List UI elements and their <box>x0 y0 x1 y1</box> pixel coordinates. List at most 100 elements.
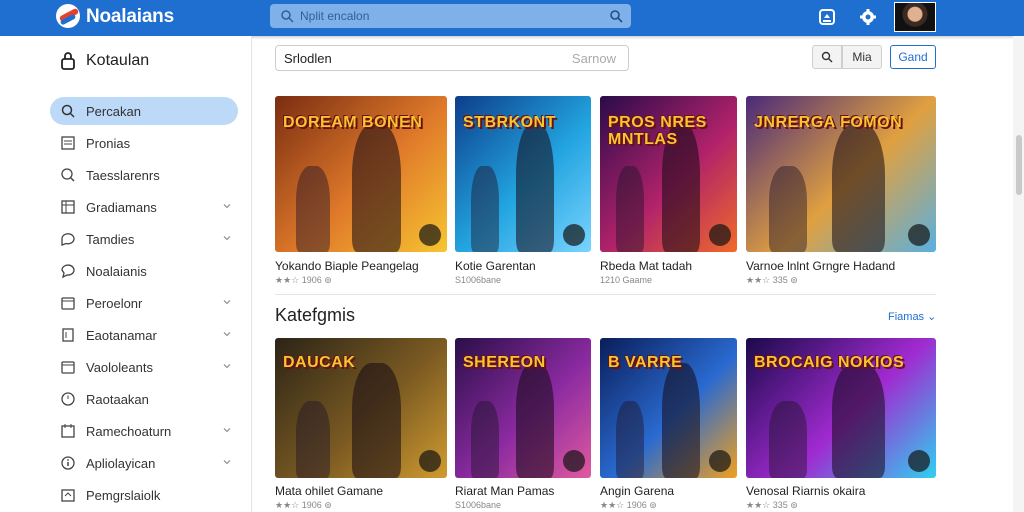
sidebar-item-label: Percakan <box>86 104 141 119</box>
game-thumbnail[interactable]: JNRERGA FOMON <box>746 96 936 252</box>
section-filter-link[interactable]: Fiamas ⌄ <box>888 310 936 323</box>
character-figure <box>768 166 807 252</box>
sidebar-item-label: Ramechoaturn <box>86 424 172 439</box>
game-title[interactable]: Yokando Biaple Peangelag <box>275 259 419 273</box>
clock-icon <box>61 392 75 406</box>
game-title[interactable]: Mata ohilet Gamane <box>275 484 383 498</box>
top-search-input[interactable]: Nplit encalon <box>270 4 631 28</box>
game-art-title: SHEREON <box>463 353 546 371</box>
chevron-down-icon[interactable] <box>222 425 232 435</box>
section-title: Katefgmis <box>275 305 356 325</box>
sidebar-item-label: Gradiamans <box>86 200 157 215</box>
doc-icon <box>62 328 74 342</box>
main-search-value: Srlodlen <box>284 51 332 66</box>
play-badge-icon[interactable] <box>419 224 441 246</box>
sidebar-title: Kotaulan <box>86 52 150 69</box>
sidebar-item[interactable]: Raotaakan <box>50 385 238 413</box>
sidebar-item-label: Noalaianis <box>86 264 147 279</box>
sidebar-item[interactable]: Percakan <box>50 97 238 125</box>
game-thumbnail[interactable]: PROS NRES MNTLAS <box>600 96 737 252</box>
play-badge-icon[interactable] <box>563 224 585 246</box>
sidebar-item[interactable]: Tamdies <box>50 225 238 253</box>
play-badge-icon[interactable] <box>908 224 930 246</box>
sidebar-item[interactable]: Apliolayican <box>50 449 238 477</box>
character-figure <box>831 124 885 252</box>
user-avatar[interactable] <box>894 2 936 32</box>
play-badge-icon[interactable] <box>908 450 930 472</box>
game-thumbnail[interactable]: STBRKONT <box>455 96 591 252</box>
game-title[interactable]: Kotie Garentan <box>455 259 536 273</box>
game-meta: S1006bane <box>455 275 502 285</box>
game-art-title: JNRERGA FOMON <box>754 113 903 131</box>
sidebar-item[interactable]: Vaololeants <box>50 353 238 381</box>
play-badge-icon[interactable] <box>709 450 731 472</box>
game-thumbnail[interactable]: BROCAIG NOKIOS <box>746 338 936 478</box>
info-icon <box>61 456 75 470</box>
scrollbar-track[interactable] <box>1013 36 1024 512</box>
game-art-title: STBRKONT <box>463 113 556 131</box>
main-search-input[interactable]: Srlodlen Sarnow <box>275 45 629 71</box>
character-figure <box>768 401 807 478</box>
notification-icon[interactable] <box>817 7 837 27</box>
game-art-title: DOREAM BONEN <box>283 113 423 131</box>
scrollbar-thumb[interactable] <box>1016 135 1022 195</box>
game-title[interactable]: Riarat Man Pamas <box>455 484 554 498</box>
character-figure <box>831 363 885 478</box>
sidebar-item[interactable]: Eaotanamar <box>50 321 238 349</box>
play-badge-icon[interactable] <box>419 450 441 472</box>
game-title[interactable]: Varnoe lnlnt Grngre Hadand <box>746 259 895 273</box>
game-title[interactable]: Venosal Riarnis okaira <box>746 484 865 498</box>
chevron-down-icon[interactable] <box>222 233 232 243</box>
sidebar-item-label: Apliolayican <box>86 456 156 471</box>
game-meta: ★★☆ 1906 ⊚ <box>275 275 332 285</box>
game-art-title: DAUCAK <box>283 353 356 371</box>
game-title[interactable]: Rbeda Mat tadah <box>600 259 692 273</box>
brand-name: Noalaians <box>86 6 174 27</box>
game-thumbnail[interactable]: B VARRE <box>600 338 737 478</box>
character-figure <box>295 401 331 478</box>
character-figure <box>616 401 644 478</box>
game-meta: 1210 Gaame <box>600 275 653 285</box>
character-figure <box>471 166 499 252</box>
sidebar-item-label: Peroelonr <box>86 296 143 311</box>
chevron-down-icon[interactable] <box>222 297 232 307</box>
sidebar-item[interactable]: Taesslarenrs <box>50 161 238 189</box>
sidebar-item[interactable]: Gradiamans <box>50 193 238 221</box>
chevron-down-icon: ⌄ <box>927 311 937 323</box>
game-meta: ★★☆ 335 ⊚ <box>746 500 798 510</box>
sidebar-item[interactable]: Pronias <box>50 129 238 157</box>
sidebar-item[interactable]: Noalaianis <box>50 257 238 285</box>
chevron-down-icon[interactable] <box>222 361 232 371</box>
primary-button[interactable]: Gand <box>890 45 936 69</box>
toolbar-button[interactable]: Mia <box>842 45 882 69</box>
sidebar-item-label: Tamdies <box>86 232 135 247</box>
main-search-placeholder: Sarnow <box>571 51 616 66</box>
top-search-placeholder: Nplit encalon <box>300 9 370 23</box>
sidebar-item[interactable]: Peroelonr <box>50 289 238 317</box>
app-logo-icon[interactable] <box>56 4 80 28</box>
sidebar-item[interactable]: Pemgrslaiolk <box>50 481 238 509</box>
sidebar-item[interactable]: Ramechoaturn <box>50 417 238 445</box>
gear-icon[interactable] <box>858 7 878 27</box>
game-thumbnail[interactable]: SHEREON <box>455 338 591 478</box>
play-badge-icon[interactable] <box>563 450 585 472</box>
game-meta: ★★☆ 335 ⊚ <box>746 275 798 285</box>
game-thumbnail[interactable]: DAUCAK <box>275 338 447 478</box>
calendar-icon <box>61 424 75 438</box>
chevron-down-icon[interactable] <box>222 457 232 467</box>
game-meta: ★★☆ 1906 ⊚ <box>600 500 657 510</box>
list-icon <box>61 136 75 150</box>
search-button[interactable] <box>812 45 842 69</box>
character-figure <box>295 166 331 252</box>
sidebar-item-label: Eaotanamar <box>86 328 157 343</box>
chevron-down-icon[interactable] <box>222 329 232 339</box>
package-icon <box>61 489 75 502</box>
window-icon <box>61 361 75 374</box>
play-badge-icon[interactable] <box>709 224 731 246</box>
game-title[interactable]: Angin Garena <box>600 484 674 498</box>
search-submit-icon[interactable] <box>609 9 623 23</box>
game-thumbnail[interactable]: DOREAM BONEN <box>275 96 447 252</box>
search-icon <box>61 104 75 118</box>
chevron-down-icon[interactable] <box>222 201 232 211</box>
sidebar-item-label: Taesslarenrs <box>86 168 160 183</box>
